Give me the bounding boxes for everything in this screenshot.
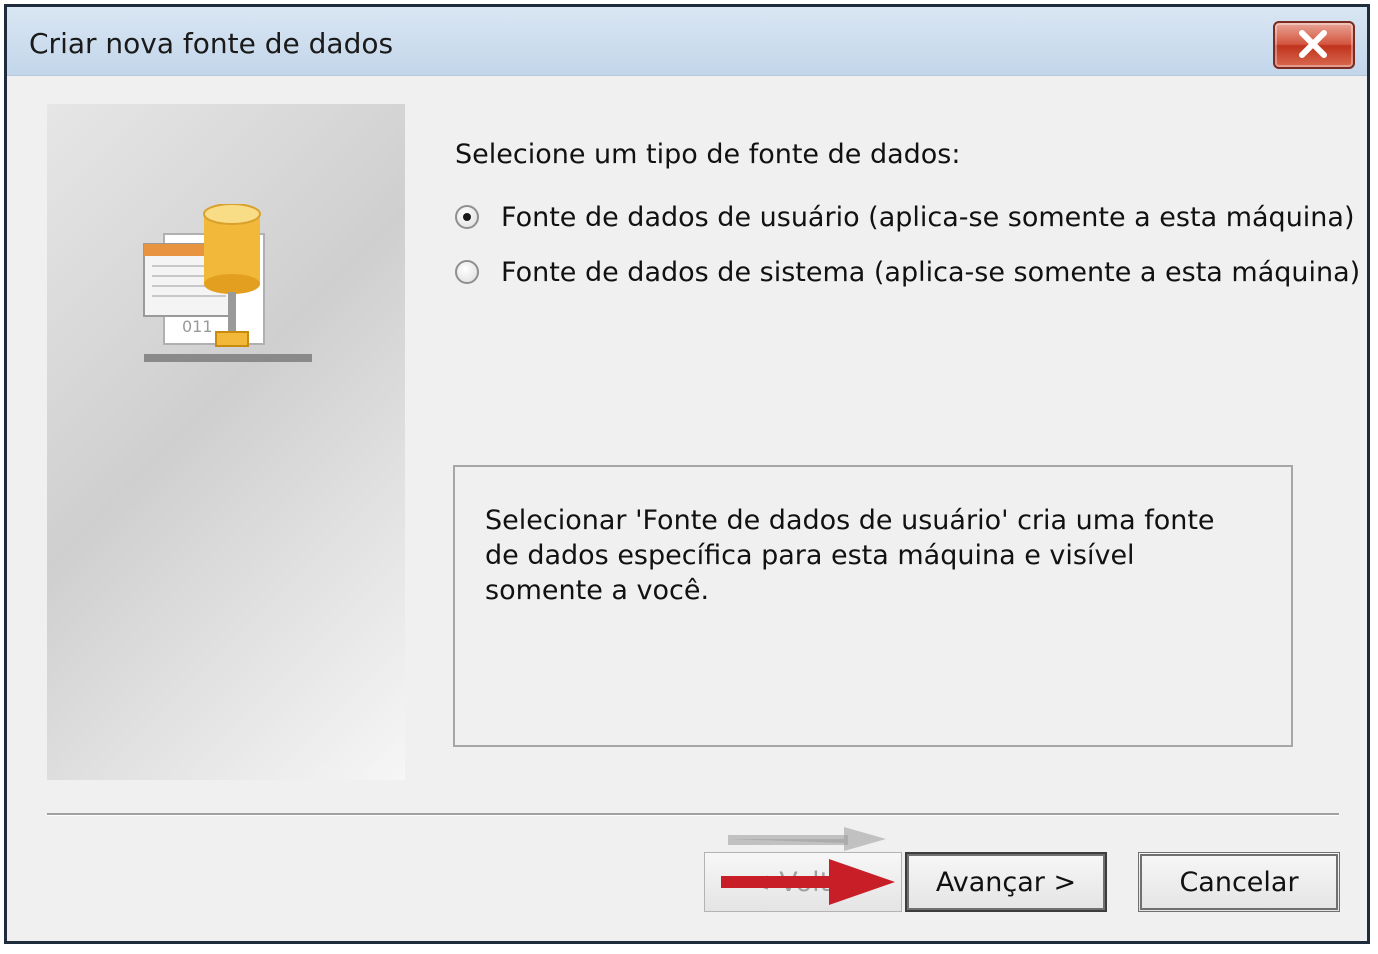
close-button[interactable]	[1273, 21, 1355, 69]
shadow-arrow-icon	[728, 827, 886, 851]
title-bar[interactable]: Criar nova fonte de dados	[7, 7, 1367, 76]
annotation-arrow-icon	[721, 859, 895, 905]
type-prompt: Selecione um tipo de fonte de dados:	[455, 139, 961, 170]
next-button[interactable]: Avançar >	[905, 852, 1107, 912]
description-text: Selecionar 'Fonte de dados de usuário' c…	[485, 505, 1215, 606]
dialog-window: Criar nova fonte de dados 011 Selecione …	[4, 4, 1370, 944]
close-icon	[1299, 30, 1327, 58]
option-user-dsn-label[interactable]: Fonte de dados de usuário (aplica-se som…	[501, 202, 1355, 233]
data-source-icon: 011	[143, 204, 312, 362]
option-system-dsn-label[interactable]: Fonte de dados de sistema (aplica-se som…	[501, 257, 1360, 288]
wizard-side-panel: 011	[47, 104, 405, 780]
cancel-button[interactable]: Cancelar	[1138, 852, 1340, 912]
window-title: Criar nova fonte de dados	[29, 27, 394, 60]
option-user-dsn[interactable]: Fonte de dados de usuário (aplica-se som…	[455, 197, 1355, 237]
radio-user-dsn[interactable]	[455, 205, 479, 229]
description-box: Selecionar 'Fonte de dados de usuário' c…	[453, 465, 1293, 747]
button-separator	[47, 813, 1339, 816]
svg-text:011: 011	[182, 317, 213, 336]
option-system-dsn[interactable]: Fonte de dados de sistema (aplica-se som…	[455, 252, 1360, 292]
radio-system-dsn[interactable]	[455, 260, 479, 284]
